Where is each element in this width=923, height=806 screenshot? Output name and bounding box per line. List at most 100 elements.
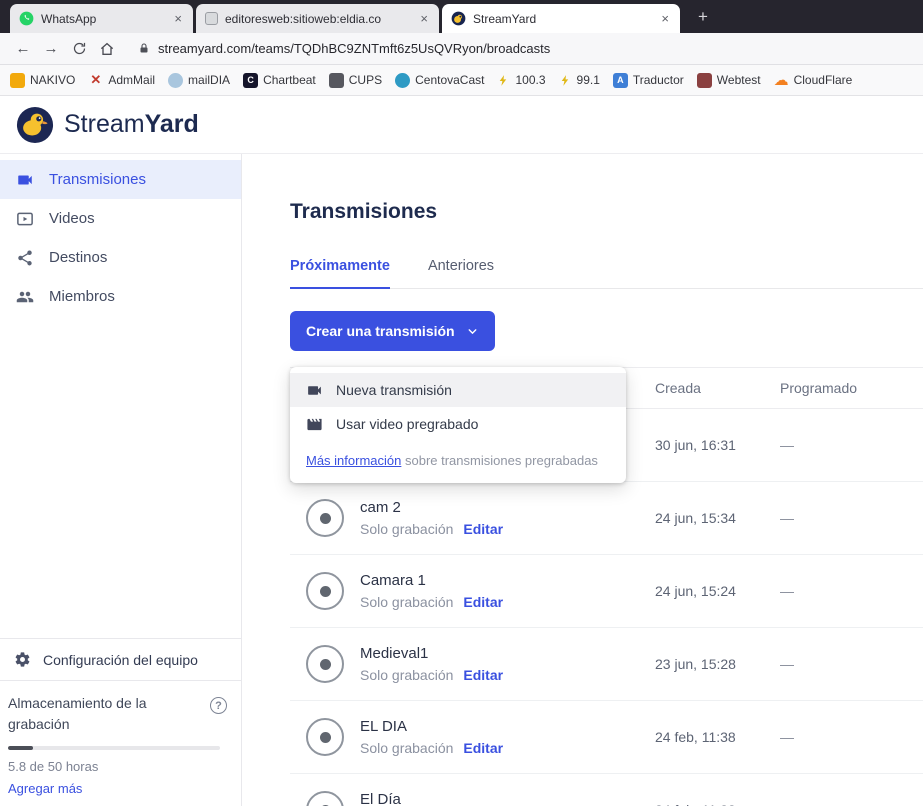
video-camera-icon (306, 382, 323, 399)
bookmark-centovacast[interactable]: CentovaCast (395, 73, 484, 88)
broadcast-type: Solo grabación (360, 594, 453, 610)
dropdown-info: Más información sobre transmisiones preg… (290, 441, 626, 483)
bookmark-label: Webtest (717, 73, 761, 87)
tab-anteriores[interactable]: Anteriores (428, 258, 494, 288)
table-row[interactable]: EL DIA Solo grabación Editar 24 feb, 11:3… (290, 701, 923, 774)
people-icon (16, 288, 34, 306)
bookmark-99-1[interactable]: 99.1 (559, 73, 600, 87)
broadcast-title: Medieval1 (360, 645, 503, 662)
home-icon[interactable] (94, 41, 120, 57)
sidebar-item-label: Miembros (49, 288, 115, 305)
menu-item-new-broadcast[interactable]: Nueva transmisión (290, 373, 626, 407)
traductor-icon: A (613, 73, 628, 88)
broadcast-type: Solo grabación (360, 740, 453, 756)
gear-icon (14, 651, 31, 668)
scheduled-date: — (780, 437, 923, 453)
bookmark-label: Chartbeat (263, 73, 316, 87)
bookmark-webtest[interactable]: Webtest (697, 73, 761, 88)
team-settings-button[interactable]: Configuración del equipo (0, 638, 241, 680)
duck-logo-icon (16, 106, 54, 144)
record-icon (306, 718, 344, 756)
sidebar-item-miembros[interactable]: Miembros (0, 277, 241, 316)
create-broadcast-label: Crear una transmisión (306, 323, 455, 339)
broadcast-title: Camara 1 (360, 572, 503, 589)
bookmark-cloudflare[interactable]: ☁ CloudFlare (774, 73, 853, 88)
tab-streamyard[interactable]: StreamYard × (442, 4, 680, 33)
sidebar-item-label: Transmisiones (49, 171, 146, 188)
forward-icon[interactable]: → (38, 40, 64, 57)
bookmark-chartbeat[interactable]: C Chartbeat (243, 73, 316, 88)
edit-link[interactable]: Editar (463, 740, 503, 756)
sidebar-item-destinos[interactable]: Destinos (0, 238, 241, 277)
bolt-icon (559, 74, 572, 87)
eldia-favicon-icon (205, 12, 218, 25)
sidebar-item-videos[interactable]: Videos (0, 199, 241, 238)
menu-item-label: Usar video pregrabado (336, 416, 478, 432)
created-date: 24 feb, 11:38 (655, 729, 780, 745)
bookmark-maildia[interactable]: mailDIA (168, 73, 230, 88)
streamyard-logo[interactable]: StreamYard (16, 106, 199, 144)
storage-progress-fill (8, 746, 33, 750)
record-icon (306, 499, 344, 537)
nakivo-icon (10, 73, 25, 88)
share-icon (16, 249, 34, 267)
storage-title: Almacenamiento de la grabación (8, 693, 180, 734)
tab-bar: WhatsApp × editoresweb:sitioweb:eldia.co… (0, 0, 923, 33)
table-row[interactable]: Medieval1 Solo grabaciónEditar 23 jun, 1… (290, 628, 923, 701)
sidebar: Transmisiones Videos Destinos Miembros C… (0, 154, 242, 806)
close-icon[interactable]: × (659, 11, 671, 26)
tab-whatsapp[interactable]: WhatsApp × (10, 4, 193, 33)
broadcast-title: EL DIA (360, 718, 503, 735)
more-info-link[interactable]: Más información (306, 453, 401, 468)
sidebar-item-transmisiones[interactable]: Transmisiones (0, 160, 241, 199)
edit-link[interactable]: Editar (463, 594, 503, 610)
record-icon (306, 791, 344, 806)
new-tab-button[interactable]: + (692, 7, 714, 27)
bookmark-nakivo[interactable]: NAKIVO (10, 73, 75, 88)
more-info-text: sobre transmisiones pregrabadas (401, 453, 598, 468)
menu-item-prerecorded-video[interactable]: Usar video pregrabado (290, 407, 626, 441)
cloudflare-icon: ☁ (774, 73, 789, 88)
address-bar: ← → streamyard.com/teams/TQDhBC9ZNTmft6z… (0, 33, 923, 65)
reload-icon[interactable] (66, 41, 92, 56)
record-icon (306, 645, 344, 683)
column-header-scheduled: Programado (780, 380, 923, 396)
bookmark-100-3[interactable]: 100.3 (497, 73, 545, 87)
bookmark-label: 100.3 (515, 73, 545, 87)
table-row[interactable]: cam 2 Solo grabaciónEditar 24 jun, 15:34… (290, 482, 923, 555)
help-icon[interactable]: ? (210, 697, 227, 714)
brand-text: StreamYard (64, 110, 199, 139)
bookmark-cups[interactable]: CUPS (329, 73, 382, 88)
whatsapp-icon (19, 11, 34, 26)
table-row[interactable]: Camara 1 Solo grabaciónEditar 24 jun, 15… (290, 555, 923, 628)
close-icon[interactable]: × (172, 11, 184, 26)
url-bar[interactable]: streamyard.com/teams/TQDhBC9ZNTmft6z5UsQ… (128, 36, 913, 61)
edit-link[interactable]: Editar (463, 667, 503, 683)
table-row[interactable]: El Día Solo grabaciónEditar 24 feb, 11:2… (290, 774, 923, 806)
scheduled-date: — (780, 802, 923, 806)
bookmark-label: CloudFlare (794, 73, 853, 87)
tab-eldia[interactable]: editoresweb:sitioweb:eldia.co × (196, 4, 439, 33)
sidebar-item-label: Destinos (49, 249, 107, 266)
created-date: 23 jun, 15:28 (655, 656, 780, 672)
bookmark-traductor[interactable]: ATraductor (613, 73, 684, 88)
lock-icon[interactable] (138, 42, 150, 55)
edit-link[interactable]: Editar (463, 521, 503, 537)
add-more-link[interactable]: Agregar más (8, 781, 227, 796)
maildia-icon (168, 73, 183, 88)
page-title: Transmisiones (290, 200, 923, 224)
main-content: Transmisiones Próximamente Anteriores Cr… (242, 154, 923, 806)
close-icon[interactable]: × (418, 11, 430, 26)
tab-title: StreamYard (473, 12, 652, 26)
create-broadcast-dropdown: Nueva transmisión Usar video pregrabado … (290, 367, 626, 483)
scheduled-date: — (780, 510, 923, 526)
sidebar-item-label: Videos (49, 210, 95, 227)
create-broadcast-button[interactable]: Crear una transmisión (290, 311, 495, 351)
chartbeat-icon: C (243, 73, 258, 88)
back-icon[interactable]: ← (10, 40, 36, 57)
tab-proximamente[interactable]: Próximamente (290, 258, 390, 289)
created-date: 30 jun, 16:31 (655, 437, 780, 453)
bookmark-label: CUPS (349, 73, 382, 87)
bookmark-label: 99.1 (577, 73, 600, 87)
bookmark-admmail[interactable]: ✕AdmMail (88, 72, 155, 88)
